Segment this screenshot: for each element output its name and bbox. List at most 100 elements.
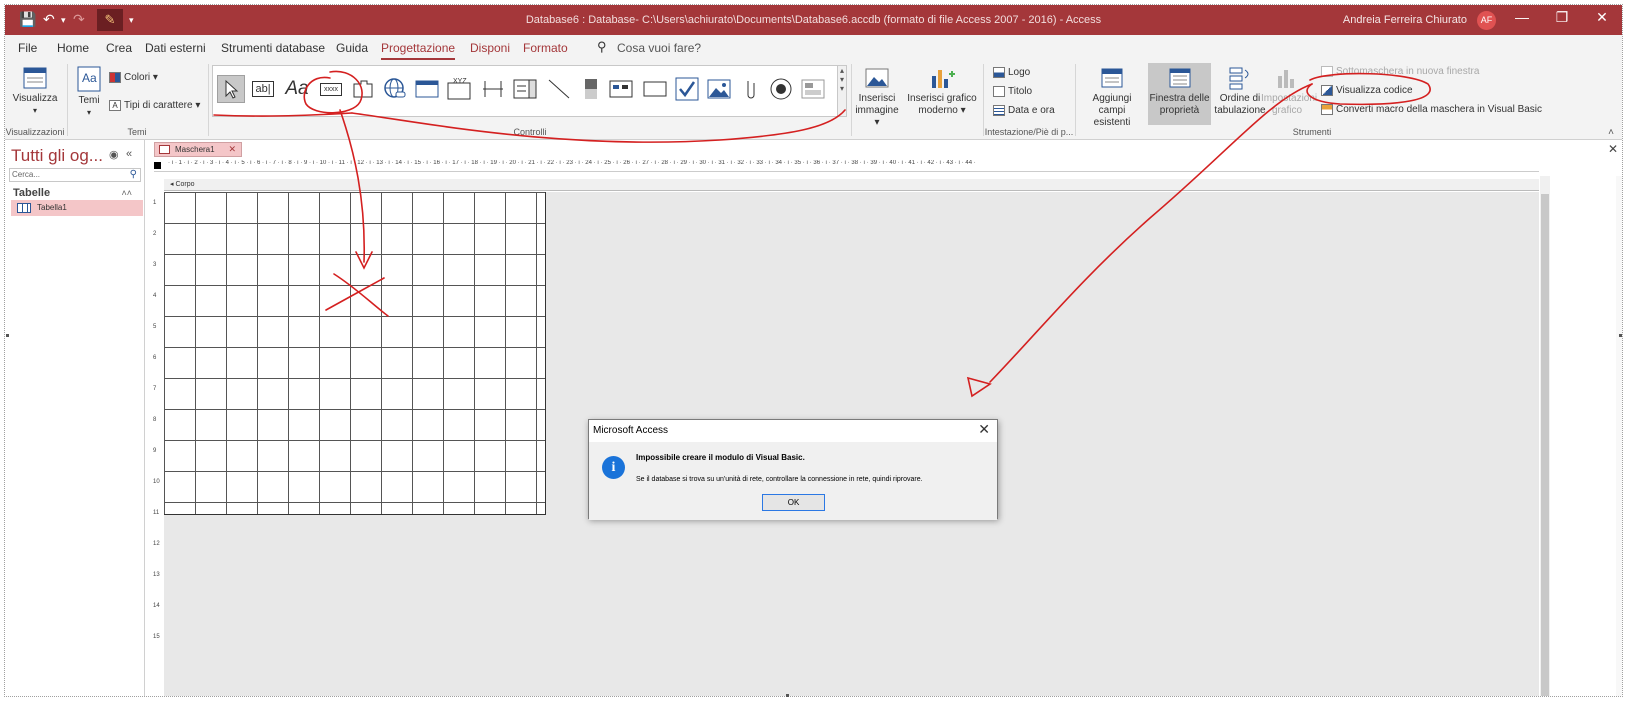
fonts-label: Tipi di carattere (124, 100, 193, 112)
group-label-themes: Temi (127, 127, 147, 137)
resize-handle[interactable] (6, 334, 9, 337)
insert-image-button[interactable]: Inserisci immagine ▾ (853, 66, 901, 129)
attachment-icon[interactable] (737, 75, 765, 103)
table-label: Tabella1 (37, 203, 67, 212)
navigation-control-icon[interactable]: XYZ (445, 75, 473, 103)
ruler-tick-label: 2 (153, 231, 157, 237)
nav-pane-header[interactable]: Tutti gli og... (11, 146, 103, 166)
collapse-nav-icon[interactable]: « (126, 148, 132, 160)
close-tab-icon[interactable]: ✕ (228, 143, 236, 156)
avatar[interactable]: AF (1477, 11, 1496, 30)
separator (983, 64, 984, 136)
option-button-icon[interactable] (767, 75, 795, 103)
subform-new-window-button: Sottomaschera in nuova finestra (1321, 66, 1479, 77)
line-icon[interactable] (545, 75, 573, 103)
tab-help[interactable]: Guida (336, 41, 368, 55)
hyperlink-icon[interactable] (381, 75, 409, 103)
title-button[interactable]: Titolo (993, 86, 1032, 97)
web-browser-icon[interactable] (413, 75, 441, 103)
checkbox-icon[interactable] (673, 75, 701, 103)
view-code-button[interactable]: Visualizza codice (1321, 85, 1413, 96)
colors-button[interactable]: Colori ▾ (109, 72, 158, 83)
info-icon: i (602, 456, 625, 479)
fonts-icon: A (109, 100, 121, 111)
chart-settings-icon (1278, 70, 1294, 88)
search-icon[interactable]: ⚲ (130, 169, 137, 181)
convert-macros-button[interactable]: Converti macro della maschera in Visual … (1321, 104, 1542, 115)
group-label-views: Visualizzazioni (5, 127, 65, 137)
tab-maschera1[interactable]: Maschera1 ✕ (154, 142, 242, 157)
user-name[interactable]: Andreia Ferreira Chiurato (1343, 14, 1467, 26)
tab-order-button[interactable]: Ordine di tabulazione (1213, 66, 1267, 117)
collapse-ribbon-icon[interactable]: ˄ (1608, 127, 1614, 138)
scrollbar-thumb[interactable] (1541, 194, 1549, 696)
title-icon (993, 86, 1005, 97)
ruler-tick-label: 15 (153, 634, 160, 640)
tab-external-data[interactable]: Dati esterni (145, 41, 206, 55)
tab-create[interactable]: Crea (106, 41, 132, 55)
property-sheet-icon (1169, 68, 1190, 88)
date-time-button[interactable]: Data e ora (993, 105, 1055, 116)
ruler-tick-label: 4 (153, 293, 157, 299)
ok-button[interactable]: OK (762, 494, 825, 511)
gallery-more-button[interactable]: ▴ ▾ ▾ (837, 65, 847, 117)
section-collapse-icon[interactable]: ˄˄ (121, 188, 132, 198)
minimize-icon[interactable]: — (1502, 9, 1542, 25)
tab-design[interactable]: Progettazione (381, 41, 456, 60)
chart-settings-button: Impostazioni grafico (1261, 66, 1317, 117)
subform-icon[interactable] (799, 75, 827, 103)
nav-menu-dropdown-icon[interactable]: ◉ (109, 148, 119, 161)
right-edge-scrollbar[interactable] (1616, 176, 1622, 696)
group-label-controls: Controlli (513, 127, 547, 137)
tab-database-tools[interactable]: Strumenti database (221, 41, 325, 55)
toggle-button-icon[interactable] (577, 75, 605, 103)
subform-window-icon (1321, 66, 1333, 77)
form-view-icon (23, 67, 47, 89)
nav-section-tables[interactable]: Tabelle (13, 187, 50, 199)
doc-tab-label: Maschera1 (175, 145, 215, 154)
resize-handle[interactable] (786, 694, 789, 697)
insert-modern-chart-button[interactable]: Inserisci grafico moderno ▾ (905, 66, 979, 117)
insert-chart-label: Inserisci grafico moderno (907, 93, 977, 116)
ruler-tick-label: 12 (153, 541, 160, 547)
section-bar-detail[interactable]: ◂ Corpo (164, 179, 1539, 191)
tab-control-icon[interactable] (349, 75, 377, 103)
textbox-icon[interactable]: ab| (249, 75, 277, 103)
form-selector[interactable] (154, 162, 161, 169)
form-detail-grid[interactable] (164, 192, 546, 515)
combo-box-icon[interactable] (511, 75, 539, 103)
vertical-scrollbar[interactable] (1540, 176, 1550, 696)
fonts-button[interactable]: A Tipi di carattere ▾ (109, 100, 200, 111)
colors-icon (109, 72, 121, 83)
tab-format[interactable]: Formato (523, 41, 568, 55)
rectangle-icon[interactable] (641, 75, 669, 103)
tab-file[interactable]: File (18, 41, 37, 55)
dialog-close-icon[interactable]: ✕ (978, 421, 990, 438)
label-icon[interactable]: Aa (283, 75, 311, 103)
tab-arrange[interactable]: Disponi (470, 41, 510, 55)
view-button[interactable]: Visualizza ▾ (11, 66, 59, 117)
themes-button[interactable]: Aa Temi ▾ (73, 66, 105, 119)
button-icon[interactable]: xxxx (317, 75, 345, 103)
dialog-detail: Se il database si trova su un'unità di r… (636, 476, 923, 483)
close-document-icon[interactable]: ✕ (1608, 142, 1618, 156)
list-item[interactable]: Tabella1 (11, 200, 143, 216)
list-box-icon[interactable] (607, 75, 635, 103)
logo-button[interactable]: Logo (993, 67, 1030, 78)
date-time-label: Data e ora (1008, 105, 1055, 117)
close-icon[interactable]: ✕ (1582, 9, 1622, 26)
error-dialog: Microsoft Access ✕ i Impossibile creare … (588, 419, 998, 520)
tab-home[interactable]: Home (57, 41, 89, 55)
ruler-tick-label: 6 (153, 355, 157, 361)
resize-handle[interactable] (1619, 334, 1622, 337)
option-group-icon[interactable] (479, 75, 507, 103)
nav-search-input[interactable]: Cerca... ⚲ (9, 168, 141, 182)
add-existing-fields-button[interactable]: Aggiungi campi esistenti (1079, 66, 1145, 129)
ruler-tick-label: 13 (153, 572, 160, 578)
image-icon[interactable] (705, 75, 733, 103)
property-sheet-button[interactable]: Finestra delle proprietà (1148, 63, 1211, 125)
restore-icon[interactable]: ❐ (1542, 9, 1582, 26)
tell-me-input[interactable]: Cosa vuoi fare? (617, 41, 701, 55)
insert-image-label: Inserisci immagine (855, 93, 899, 116)
select-icon[interactable] (217, 75, 245, 103)
